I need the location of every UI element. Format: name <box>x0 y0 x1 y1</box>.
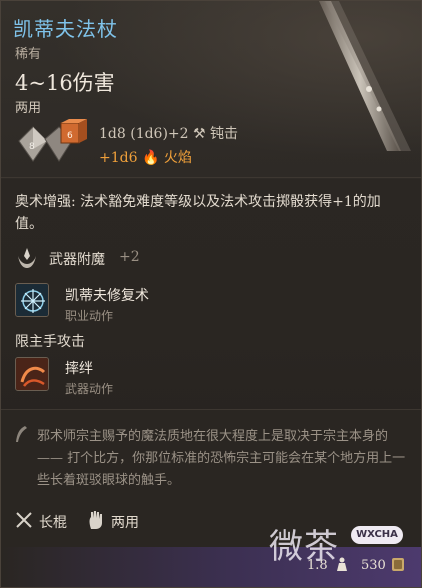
item-handedness: 两用 <box>15 101 42 116</box>
item-price: 530 <box>361 558 386 573</box>
action-icon-topple[interactable] <box>15 357 49 391</box>
hammer-icon: ⚒ <box>193 126 206 142</box>
damage-line-fire: +1d6 🔥 火焰 <box>99 147 192 167</box>
dice-icon: 8 6 <box>18 119 87 162</box>
damage-line-bludgeoning: 1d8 (1d6)+2 ⚒ 钝击 <box>99 123 238 143</box>
divider <box>1 177 421 178</box>
proficiency-weapon-label: 长棍 <box>39 515 67 531</box>
action-name-topple: 摔绊 <box>65 361 93 377</box>
snowflake-rune-icon <box>16 284 48 316</box>
damage-type-fire: 火焰 <box>163 150 192 166</box>
item-damage: 4~16伤害 <box>15 71 115 95</box>
action-type-topple: 武器动作 <box>65 382 114 396</box>
action-name-repair: 凯蒂夫修复术 <box>65 288 149 304</box>
lore-text: 邪术师宗主赐予的魔法质地在很大程度上是取决于宗主本身的 —— 打个比方，你那位标… <box>37 429 406 488</box>
quill-icon <box>16 426 27 442</box>
item-tooltip: 凯蒂夫法杖 稀有 4~16伤害 两用 8 6 1d8 (1d6)+2 ⚒ 钝击 … <box>0 0 422 588</box>
footer-bar <box>1 547 421 587</box>
proficiency-hands-label: 两用 <box>111 515 139 531</box>
staff-artwork-icon <box>319 1 411 151</box>
action-type-repair: 职业动作 <box>65 309 114 323</box>
weapon-enchant-icon <box>18 248 36 268</box>
dice-b-label: 6 <box>67 131 73 141</box>
fire-dice-text: +1d6 <box>99 150 138 166</box>
damage-type-bludgeoning: 钝击 <box>210 126 239 142</box>
hand-icon <box>89 511 102 529</box>
arcane-enhancement-text: 奥术增强: 法术豁免难度等级以及法术攻击掷骰获得+1的加值。 <box>15 194 381 232</box>
damage-dice-text: 1d8 (1d6)+2 <box>99 126 189 142</box>
item-weight: 1.8 <box>307 558 328 573</box>
crossed-staves-icon <box>16 512 32 528</box>
item-rarity: 稀有 <box>15 47 42 62</box>
weight-icon <box>337 557 347 571</box>
action-icon-repair[interactable] <box>15 283 49 317</box>
watermark-text: 微茶 <box>269 527 339 567</box>
item-title: 凯蒂夫法杖 <box>13 17 118 41</box>
topple-icon <box>16 358 48 390</box>
dice-a-label: 8 <box>29 142 35 152</box>
fire-icon: 🔥 <box>141 150 160 166</box>
gold-coin-icon <box>392 558 404 571</box>
watermark-badge: WXCHA <box>351 526 403 544</box>
weapon-enchant-value: +2 <box>119 249 140 265</box>
weapon-enchant-label: 武器附魔 <box>49 252 105 268</box>
mainhand-attack-heading: 限主手攻击 <box>15 334 85 350</box>
